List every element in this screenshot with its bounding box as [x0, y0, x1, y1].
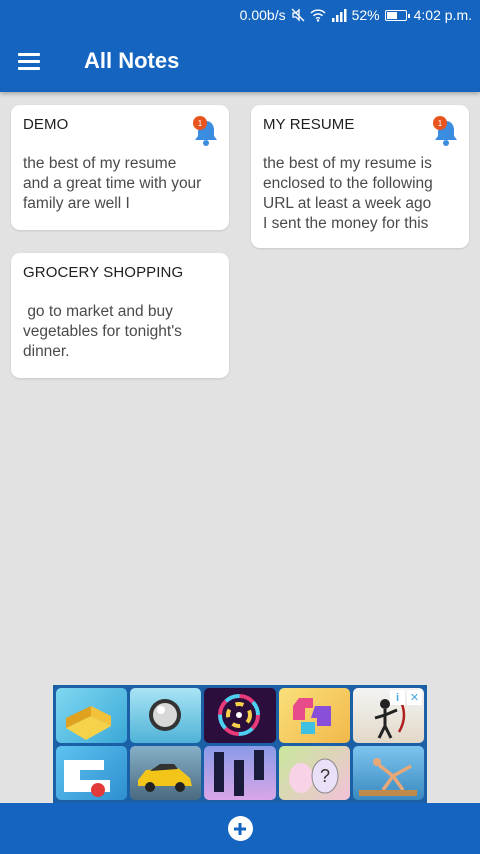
ad-game-maze-icon[interactable]: [56, 745, 128, 800]
note-card-grocery-shopping[interactable]: GROCERY SHOPPING go to market and buy ve…: [11, 253, 229, 378]
battery-icon: [384, 9, 410, 21]
ad-close-icon[interactable]: ✕: [406, 690, 422, 705]
wifi-icon: [310, 8, 326, 22]
note-title: GROCERY SHOPPING: [23, 264, 184, 281]
ad-game-car-icon[interactable]: [130, 745, 202, 800]
reminder-badge-count: 1: [438, 119, 443, 128]
ad-game-stack-icon[interactable]: [56, 688, 128, 743]
note-body: go to market and buy vegetables for toni…: [23, 303, 182, 360]
add-note-button[interactable]: [227, 816, 253, 841]
mute-icon: [291, 8, 305, 22]
reminder-badge-count: 1: [198, 119, 203, 128]
ad-game-archer-icon[interactable]: i ✕: [352, 688, 424, 743]
page-title: All Notes: [84, 48, 180, 73]
svg-text:?: ?: [320, 766, 330, 786]
note-body: the best of my resume and a great time w…: [23, 155, 202, 212]
status-bar: 0.00b/s 52% 4:02 p.m.: [0, 0, 480, 30]
clock: 4:02 p.m.: [413, 7, 472, 23]
note-title: MY RESUME: [263, 116, 355, 133]
hamburger-menu-icon[interactable]: [18, 45, 50, 77]
note-body: the best of my resume is enclosed to the…: [263, 155, 433, 232]
note-card-demo[interactable]: DEMO the best of my resume and a great t…: [11, 105, 229, 230]
note-title: DEMO: [23, 116, 69, 133]
ad-banner[interactable]: i ✕ ?: [53, 685, 427, 803]
ad-game-ball-icon[interactable]: [130, 688, 202, 743]
ad-info-controls: i ✕: [389, 690, 422, 705]
reminder-bell-icon[interactable]: 1: [192, 115, 220, 147]
ad-game-puzzle-icon[interactable]: [278, 688, 350, 743]
plus-icon: [234, 822, 246, 835]
ad-game-piano-icon[interactable]: [204, 745, 276, 800]
network-speed: 0.00b/s: [239, 7, 286, 23]
ad-game-ring-icon[interactable]: [204, 688, 276, 743]
signal-icon: [331, 8, 347, 22]
battery-percent: 52%: [351, 7, 380, 23]
ad-game-gymnast-icon[interactable]: [352, 745, 424, 800]
app-bar: All Notes: [0, 30, 480, 92]
bottom-bar: [0, 803, 480, 854]
ad-game-egg-icon[interactable]: ?: [278, 745, 350, 800]
note-card-my-resume[interactable]: MY RESUME the best of my resume is enclo…: [251, 105, 469, 248]
reminder-bell-icon[interactable]: 1: [432, 115, 460, 147]
ad-info-icon[interactable]: i: [389, 690, 405, 705]
